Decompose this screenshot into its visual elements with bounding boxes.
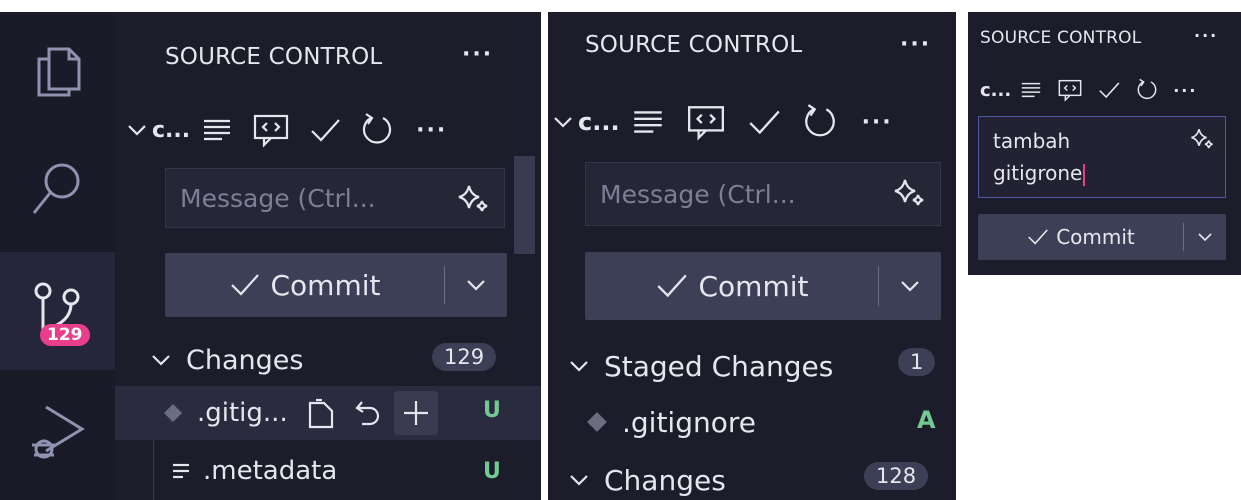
staged-changes-group-header[interactable]: Staged Changes (568, 344, 833, 388)
repository-row[interactable]: c... ··· (978, 76, 1197, 104)
sparkle-icon[interactable] (456, 183, 490, 215)
run-debug-icon (31, 405, 85, 459)
sparkle-icon[interactable] (892, 177, 926, 209)
check-icon (229, 271, 261, 299)
commit-button-group: Commit (585, 252, 941, 320)
changes-count: 129 (432, 343, 497, 371)
commit-message-placeholder: Message (Ctrl... (600, 179, 796, 209)
text-caret (1083, 163, 1086, 186)
search-button[interactable] (0, 130, 115, 248)
view-as-list-icon[interactable] (630, 106, 666, 138)
commit-check-icon[interactable] (746, 106, 782, 138)
chevron-down-icon (126, 122, 148, 138)
staged-changes-label: Staged Changes (604, 349, 834, 383)
commit-button[interactable]: Commit (585, 270, 878, 303)
view-as-list-icon[interactable] (1019, 79, 1043, 101)
changes-count-badge: 129 (40, 324, 90, 346)
views-more-button[interactable]: ··· (462, 42, 493, 67)
commit-button[interactable]: Commit (978, 225, 1183, 249)
search-icon (32, 163, 79, 214)
scrollbar[interactable] (514, 156, 535, 254)
chevron-down-icon (899, 278, 921, 294)
panel-title: SOURCE CONTROL (165, 44, 383, 70)
discard-changes-icon[interactable] (354, 398, 382, 428)
refresh-icon[interactable] (360, 112, 394, 148)
open-file-icon[interactable] (306, 397, 336, 429)
chevron-down-icon (552, 114, 574, 130)
check-icon (655, 271, 689, 301)
chevron-down-icon (568, 472, 590, 488)
stage-changes-plus-icon[interactable] (393, 391, 438, 435)
views-more-button[interactable]: ··· (900, 32, 931, 57)
git-file-icon (163, 403, 183, 423)
changes-label: Changes (604, 463, 726, 497)
source-control-panel-1: 129 SOURCE CONTROL ··· c... ··· Message … (0, 12, 541, 500)
refresh-icon[interactable] (1135, 78, 1159, 102)
repository-more-button[interactable]: ··· (416, 118, 447, 143)
repository-row[interactable]: c... ··· (126, 112, 447, 148)
changes-group-header[interactable]: Changes (568, 458, 726, 500)
chevron-down-icon (150, 352, 172, 368)
file-row-gitignore[interactable]: .gitig... (115, 386, 541, 440)
generate-commit-message-icon[interactable] (686, 103, 726, 141)
file-name: .gitignore (622, 405, 756, 439)
text-file-icon (171, 461, 191, 481)
source-control-panel-2: SOURCE CONTROL ··· c... ··· Message (Ctr… (548, 12, 956, 500)
commit-options-dropdown[interactable] (445, 277, 507, 293)
git-file-icon (586, 411, 608, 433)
file-row-metadata[interactable]: .metadata (115, 448, 541, 494)
file-status: U (483, 398, 501, 423)
commit-message-input[interactable]: Message (Ctrl... (165, 168, 505, 228)
commit-options-dropdown[interactable] (879, 278, 941, 294)
repository-row[interactable]: c... ··· (552, 102, 893, 142)
panel-title: SOURCE CONTROL (585, 32, 803, 58)
repository-name: c... (152, 117, 191, 143)
source-control-button[interactable]: 129 (0, 252, 115, 370)
refresh-icon[interactable] (802, 103, 838, 141)
file-name: .metadata (203, 456, 338, 486)
staged-changes-count: 1 (898, 348, 936, 376)
commit-options-dropdown[interactable] (1184, 231, 1226, 243)
generate-commit-message-icon[interactable] (1057, 78, 1083, 102)
chevron-down-icon (1196, 231, 1214, 243)
panel-title: SOURCE CONTROL (980, 28, 1142, 48)
explorer-button[interactable] (0, 12, 115, 130)
activity-bar: 129 (0, 12, 115, 500)
source-control-panel-3: SOURCE CONTROL ··· c... ··· tambah gitig… (968, 12, 1241, 275)
commit-message-placeholder: Message (Ctrl... (180, 183, 376, 213)
repository-name: c... (980, 79, 1012, 101)
commit-label: Commit (698, 269, 809, 303)
file-name: .gitig... (197, 398, 288, 428)
repository-name: c... (578, 108, 620, 136)
file-status: A (917, 406, 936, 434)
commit-message-input[interactable]: Message (Ctrl... (585, 162, 941, 226)
changes-count: 128 (864, 462, 929, 490)
generate-commit-message-icon[interactable] (252, 112, 290, 148)
changes-group-header[interactable]: Changes (150, 340, 303, 380)
repository-more-button[interactable]: ··· (1173, 81, 1197, 100)
file-row-gitignore[interactable]: .gitignore (548, 400, 956, 444)
run-debug-button[interactable] (0, 374, 115, 492)
views-more-button[interactable]: ··· (1194, 26, 1218, 45)
sparkle-icon[interactable] (1189, 127, 1215, 151)
changes-label: Changes (186, 344, 304, 376)
files-icon (37, 47, 80, 97)
commit-label: Commit (270, 268, 381, 302)
chevron-down-icon (465, 277, 487, 293)
commit-label: Commit (1056, 225, 1135, 249)
commit-check-icon[interactable] (1097, 79, 1121, 101)
commit-button-group: Commit (165, 253, 507, 317)
commit-message-line-2: gitigrone (993, 161, 1083, 185)
commit-check-icon[interactable] (308, 115, 342, 145)
commit-message-line-1: tambah (993, 129, 1071, 153)
repository-more-button[interactable]: ··· (862, 110, 893, 135)
file-status: U (483, 459, 501, 484)
commit-message-input[interactable]: tambah gitigrone (978, 116, 1226, 198)
check-icon (1026, 227, 1050, 247)
chevron-down-icon (568, 358, 590, 374)
view-as-list-icon[interactable] (200, 115, 234, 145)
commit-button-group: Commit (978, 214, 1226, 260)
commit-button[interactable]: Commit (165, 269, 444, 302)
